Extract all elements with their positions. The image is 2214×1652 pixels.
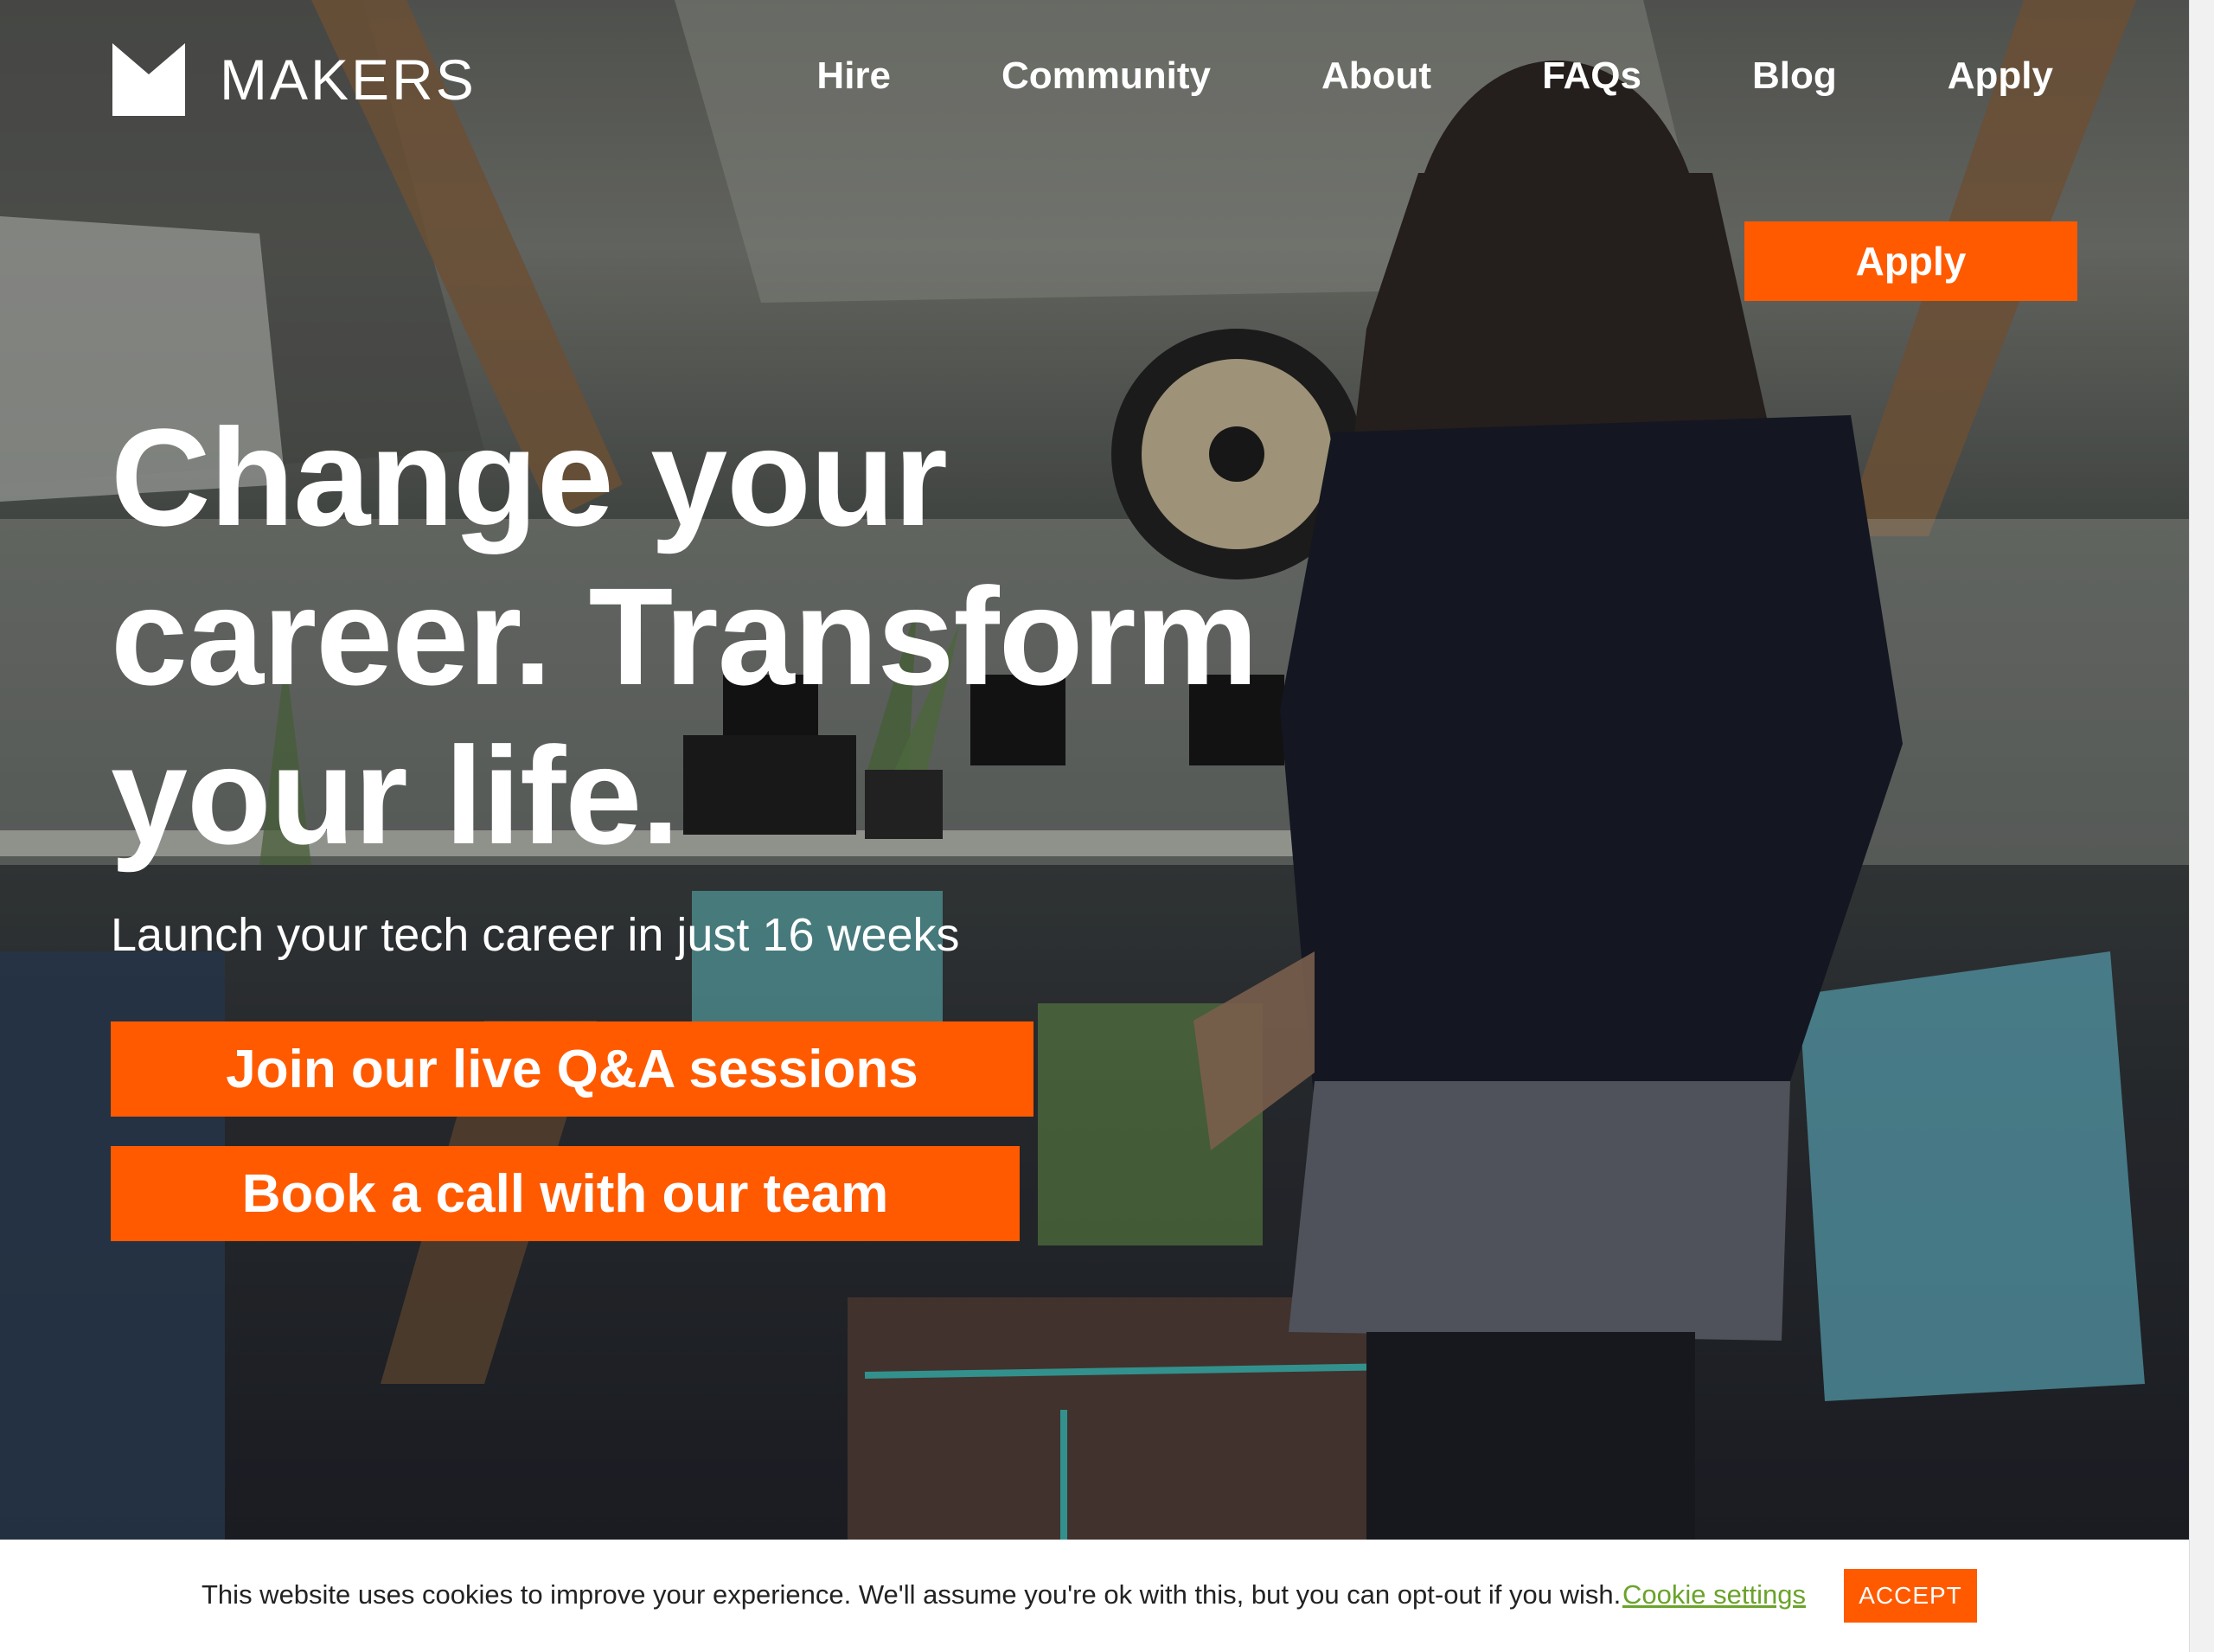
apply-button[interactable]: Apply	[1744, 221, 2077, 301]
page: MAKERS Hire Community About FAQs Blog Ap…	[0, 0, 2214, 1652]
hero-section: MAKERS Hire Community About FAQs Blog Ap…	[0, 0, 2189, 1540]
hero-headline: Change your career. Transform your life.	[111, 400, 1258, 873]
page-scrollbar[interactable]	[2189, 0, 2214, 1652]
cookie-accept-button[interactable]: ACCEPT	[1844, 1569, 1977, 1623]
main-nav: Hire Community About FAQs Blog Apply	[816, 57, 2053, 95]
nav-item-faqs[interactable]: FAQs	[1542, 57, 1641, 95]
cookie-message: This website uses cookies to improve you…	[202, 1579, 1622, 1610]
cookie-consent-bar: This website uses cookies to improve you…	[0, 1540, 2189, 1652]
nav-item-blog[interactable]: Blog	[1752, 57, 1837, 95]
makers-logo[interactable]: MAKERS	[112, 43, 477, 116]
book-call-button[interactable]: Book a call with our team	[111, 1146, 1020, 1241]
makers-logo-mark-icon	[112, 43, 185, 116]
cookie-settings-link[interactable]: Cookie settings	[1622, 1579, 1806, 1610]
nav-item-community[interactable]: Community	[1001, 57, 1211, 95]
nav-item-hire[interactable]: Hire	[816, 57, 891, 95]
join-qa-sessions-button[interactable]: Join our live Q&A sessions	[111, 1021, 1033, 1117]
brand-name: MAKERS	[220, 48, 477, 112]
hero-subheadline: Launch your tech career in just 16 weeks	[111, 909, 960, 961]
nav-item-apply[interactable]: Apply	[1948, 57, 2053, 95]
nav-item-about[interactable]: About	[1321, 57, 1431, 95]
